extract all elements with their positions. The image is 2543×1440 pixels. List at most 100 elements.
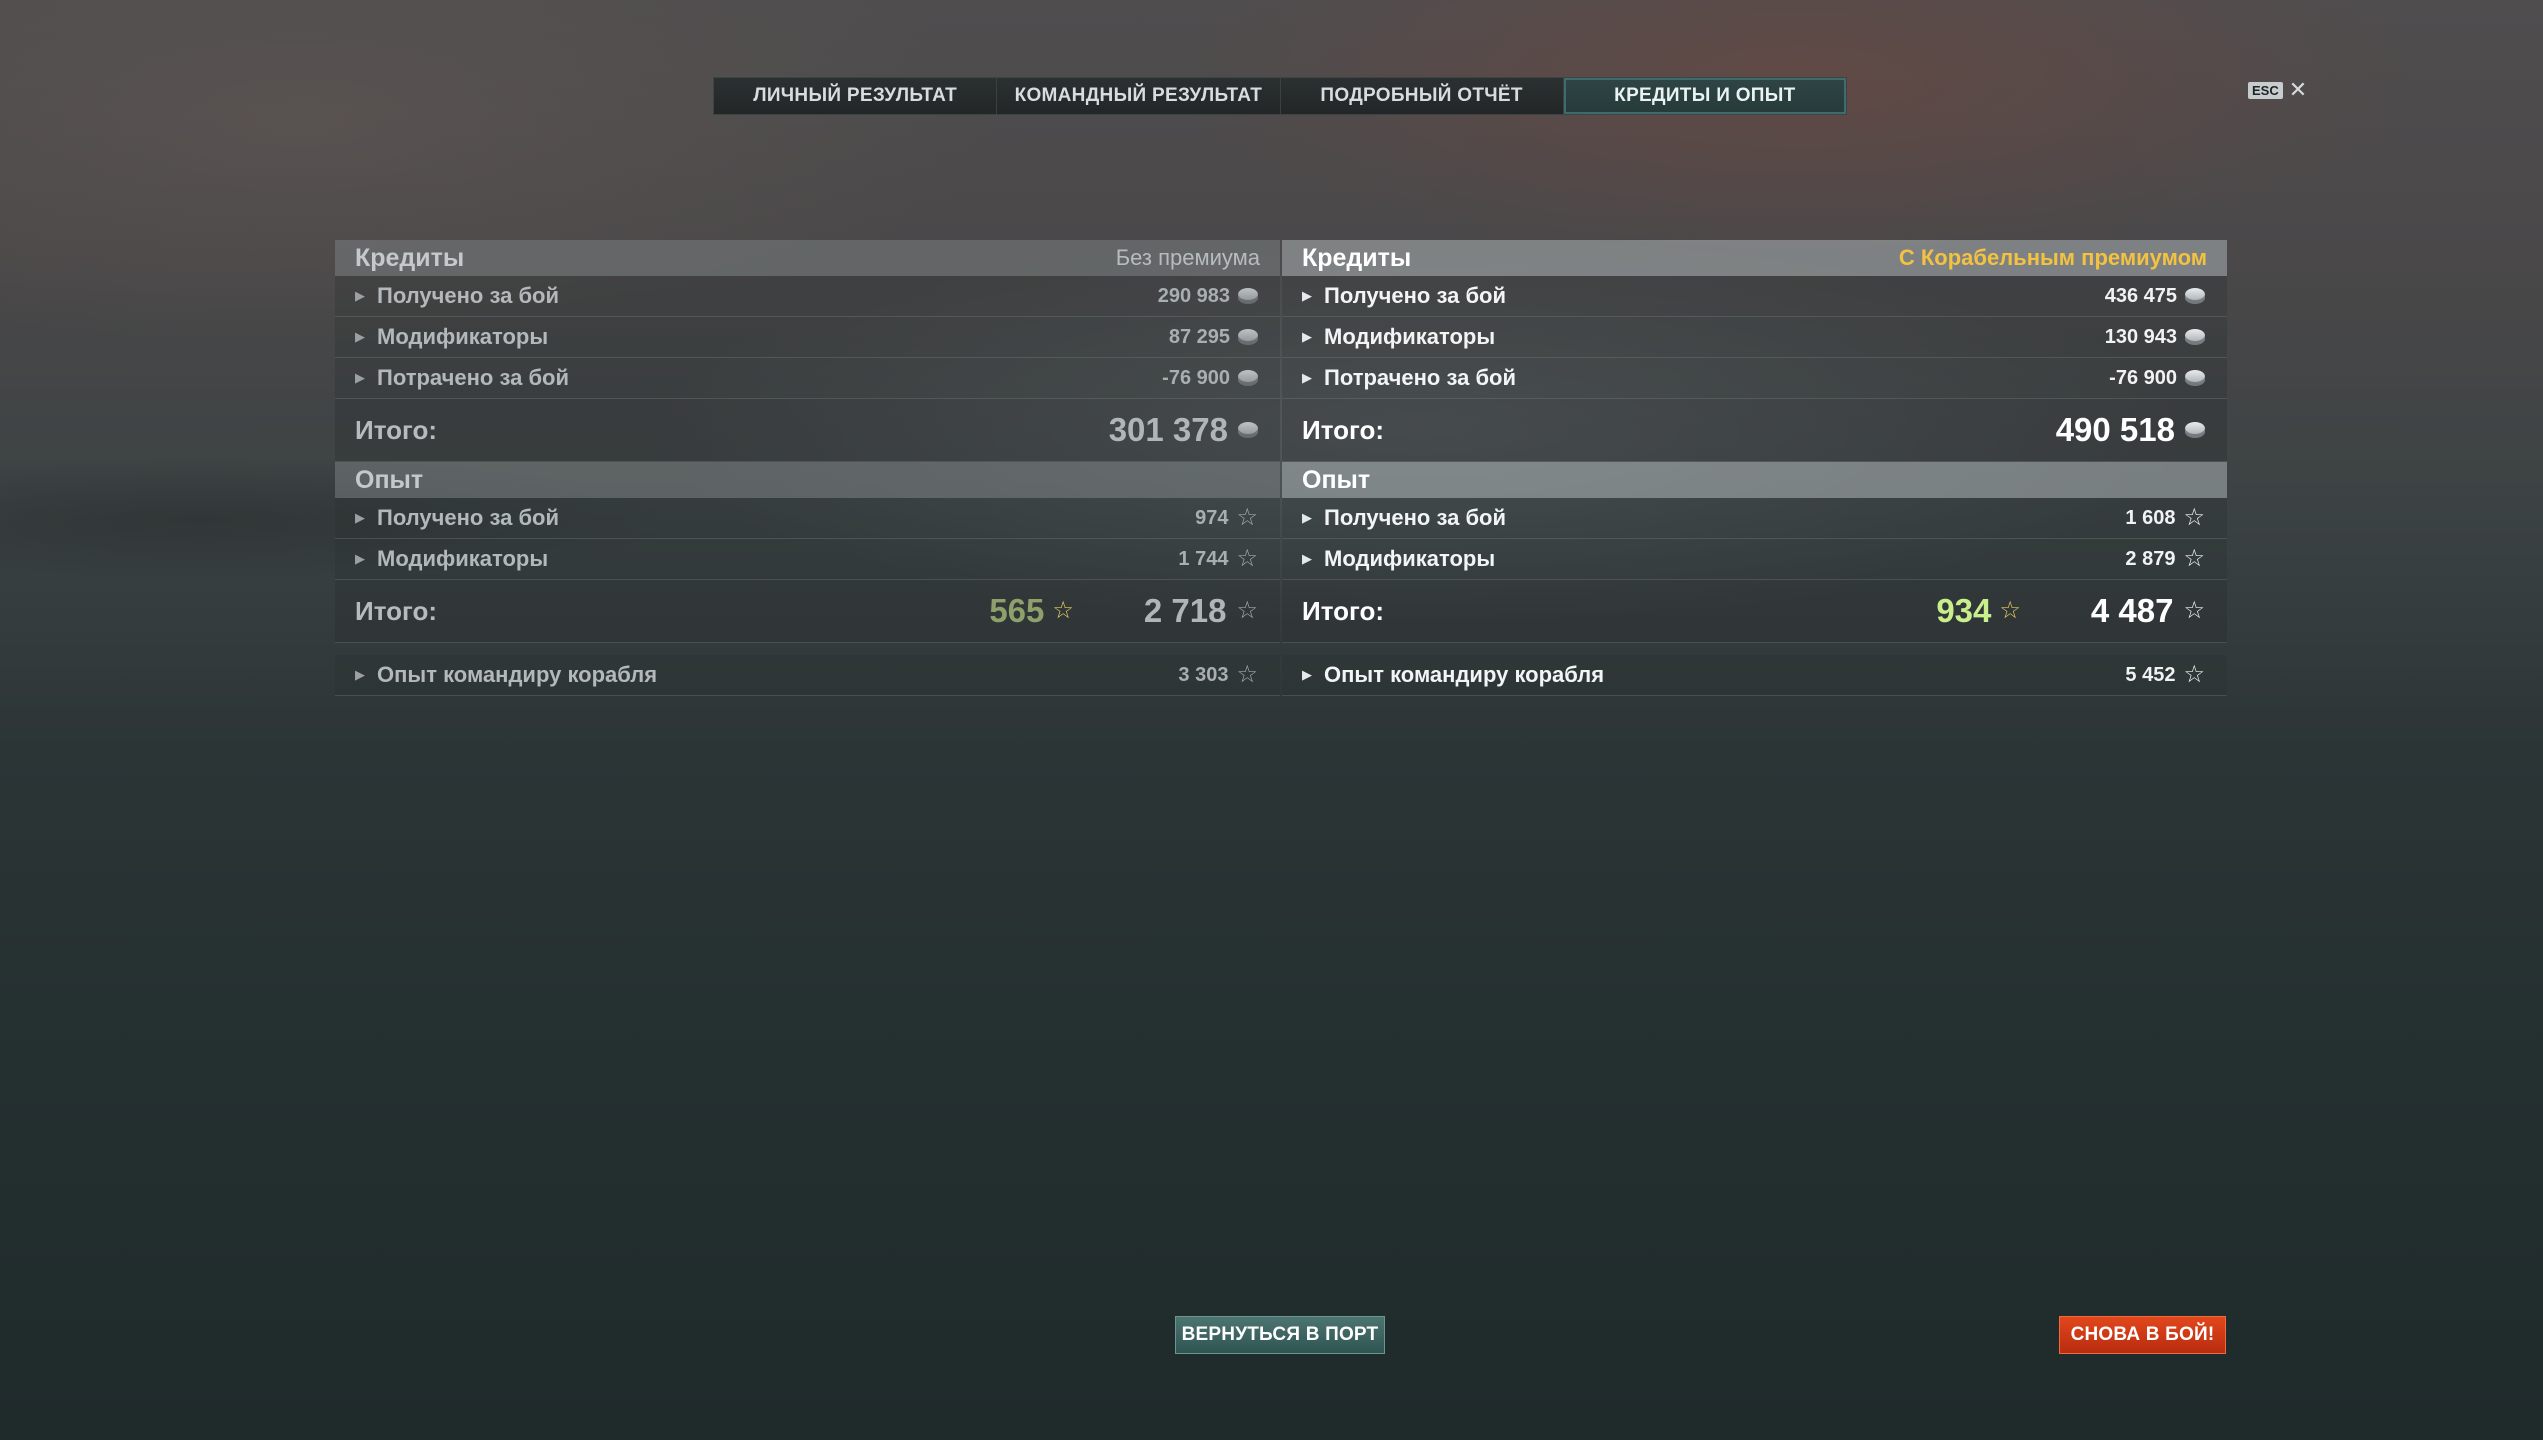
coin-icon	[2185, 422, 2205, 438]
row-value: -76 900	[2109, 366, 2177, 389]
return-to-port-button[interactable]: ВЕРНУТЬСЯ В ПОРТ	[1175, 1316, 1385, 1354]
premium-xp-value: 565	[989, 592, 1045, 629]
tab-team-result[interactable]: КОМАНДНЫЙ РЕЗУЛЬТАТ	[997, 78, 1281, 114]
total-value: 490 518	[2055, 411, 2175, 448]
xp-total-row: Итого: 565 ☆ 2 718 ☆	[335, 580, 1280, 643]
expand-arrow-icon[interactable]: ▶	[1302, 510, 1314, 526]
expand-arrow-icon[interactable]: ▶	[1302, 329, 1314, 345]
close-button[interactable]: ESC ✕	[2248, 79, 2307, 101]
total-value: 4 487	[2090, 592, 2174, 629]
credits-modifiers-row[interactable]: ▶ Модификаторы 130 943	[1282, 317, 2227, 358]
xp-earned-row[interactable]: ▶ Получено за бой 1 608 ☆	[1282, 498, 2227, 539]
row-value: 290 983	[1157, 284, 1230, 307]
credits-total-row: Итого: 301 378	[335, 399, 1280, 462]
expand-arrow-icon[interactable]: ▶	[355, 329, 367, 345]
row-label: Модификаторы	[377, 546, 549, 571]
row-value: -76 900	[1162, 366, 1230, 389]
results-tabs: ЛИЧНЫЙ РЕЗУЛЬТАТ КОМАНДНЫЙ РЕЗУЛЬТАТ ПОД…	[713, 77, 1847, 115]
credits-earned-row[interactable]: ▶ Получено за бой 436 475	[1282, 276, 2227, 317]
tab-credits-and-xp[interactable]: КРЕДИТЫ И ОПЫТ	[1563, 78, 1846, 114]
row-label: Получено за бой	[1324, 505, 1507, 530]
expand-arrow-icon[interactable]: ▶	[1302, 551, 1314, 567]
account-type-label: С Корабельным премиумом	[1898, 245, 2207, 270]
star-icon: ☆	[2183, 661, 2205, 688]
xp-modifiers-row[interactable]: ▶ Модификаторы 1 744 ☆	[335, 539, 1280, 580]
total-value: 2 718	[1143, 592, 1227, 629]
xp-total-row: Итого: 934 ☆ 4 487 ☆	[1282, 580, 2227, 643]
coin-icon	[2185, 329, 2205, 345]
row-label: Потрачено за бой	[1324, 365, 1516, 390]
credits-header: Кредиты Без премиума	[335, 240, 1280, 276]
credits-title: Кредиты	[1302, 243, 1412, 272]
credits-header: Кредиты С Корабельным премиумом	[1282, 240, 2227, 276]
expand-arrow-icon[interactable]: ▶	[355, 288, 367, 304]
coin-icon	[2185, 370, 2205, 386]
row-value: 1 608	[2125, 506, 2176, 529]
xp-header: Опыт	[1282, 462, 2227, 498]
xp-earned-row[interactable]: ▶ Получено за бой 974 ☆	[335, 498, 1280, 539]
row-label: Модификаторы	[377, 324, 549, 349]
row-value: 87 295	[1168, 325, 1230, 348]
row-label: Модификаторы	[1324, 546, 1496, 571]
star-icon: ☆	[2183, 504, 2205, 531]
xp-modifiers-row[interactable]: ▶ Модификаторы 2 879 ☆	[1282, 539, 2227, 580]
star-icon: ☆	[1052, 597, 1074, 624]
total-label: Итого:	[355, 595, 437, 626]
credits-earned-row[interactable]: ▶ Получено за бой 290 983	[335, 276, 1280, 317]
row-label: Потрачено за бой	[377, 365, 569, 390]
credits-total-row: Итого: 490 518	[1282, 399, 2227, 462]
no-premium-panel: Кредиты Без премиума ▶ Получено за бой 29…	[335, 240, 1280, 696]
close-icon[interactable]: ✕	[2289, 79, 2307, 101]
coin-icon	[1238, 329, 1258, 345]
coin-icon	[1238, 370, 1258, 386]
battle-again-button[interactable]: СНОВА В БОЙ!	[2059, 1316, 2226, 1354]
account-type-label: Без премиума	[1115, 245, 1260, 270]
tab-detailed-report[interactable]: ПОДРОБНЫЙ ОТЧЁТ	[1280, 78, 1564, 114]
row-label: Получено за бой	[377, 283, 560, 308]
total-label: Итого:	[355, 414, 437, 445]
premium-panel: Кредиты С Корабельным премиумом ▶ Получен…	[1282, 240, 2227, 696]
commander-xp-row[interactable]: ▶ Опыт командиру корабля 3 303 ☆	[335, 655, 1280, 696]
credits-modifiers-row[interactable]: ▶ Модификаторы 87 295	[335, 317, 1280, 358]
total-label: Итого:	[1302, 595, 1384, 626]
coin-icon	[2185, 288, 2205, 304]
tab-personal-result[interactable]: ЛИЧНЫЙ РЕЗУЛЬТАТ	[714, 78, 998, 114]
expand-arrow-icon[interactable]: ▶	[355, 370, 367, 386]
row-value: 974	[1195, 506, 1229, 529]
esc-key-badge: ESC	[2248, 81, 2283, 99]
row-value: 3 303	[1178, 663, 1229, 686]
coin-icon	[1238, 288, 1258, 304]
expand-arrow-icon[interactable]: ▶	[1302, 667, 1314, 683]
row-value: 436 475	[2104, 284, 2177, 307]
expand-arrow-icon[interactable]: ▶	[355, 551, 367, 567]
expand-arrow-icon[interactable]: ▶	[1302, 370, 1314, 386]
total-label: Итого:	[1302, 414, 1384, 445]
expand-arrow-icon[interactable]: ▶	[355, 510, 367, 526]
row-value: 5 452	[2125, 663, 2176, 686]
credits-spent-row[interactable]: ▶ Потрачено за бой -76 900	[335, 358, 1280, 399]
row-label: Модификаторы	[1324, 324, 1496, 349]
credits-spent-row[interactable]: ▶ Потрачено за бой -76 900	[1282, 358, 2227, 399]
star-icon: ☆	[2183, 597, 2205, 624]
row-label: Получено за бой	[1324, 283, 1507, 308]
star-icon: ☆	[1236, 504, 1258, 531]
star-icon: ☆	[1999, 597, 2021, 624]
xp-title: Опыт	[1302, 465, 1371, 494]
row-value: 1 744	[1178, 547, 1229, 570]
xp-header: Опыт	[335, 462, 1280, 498]
row-value: 130 943	[2104, 325, 2177, 348]
commander-xp-row[interactable]: ▶ Опыт командиру корабля 5 452 ☆	[1282, 655, 2227, 696]
star-icon: ☆	[2183, 545, 2205, 572]
expand-arrow-icon[interactable]: ▶	[355, 667, 367, 683]
row-value: 2 879	[2125, 547, 2176, 570]
credits-title: Кредиты	[355, 243, 465, 272]
row-label: Получено за бой	[377, 505, 560, 530]
premium-xp-value: 934	[1936, 592, 1992, 629]
total-value: 301 378	[1108, 411, 1228, 448]
row-label: Опыт командиру корабля	[377, 662, 658, 687]
star-icon: ☆	[1236, 545, 1258, 572]
coin-icon	[1238, 422, 1258, 438]
expand-arrow-icon[interactable]: ▶	[1302, 288, 1314, 304]
xp-title: Опыт	[355, 465, 424, 494]
star-icon: ☆	[1236, 597, 1258, 624]
